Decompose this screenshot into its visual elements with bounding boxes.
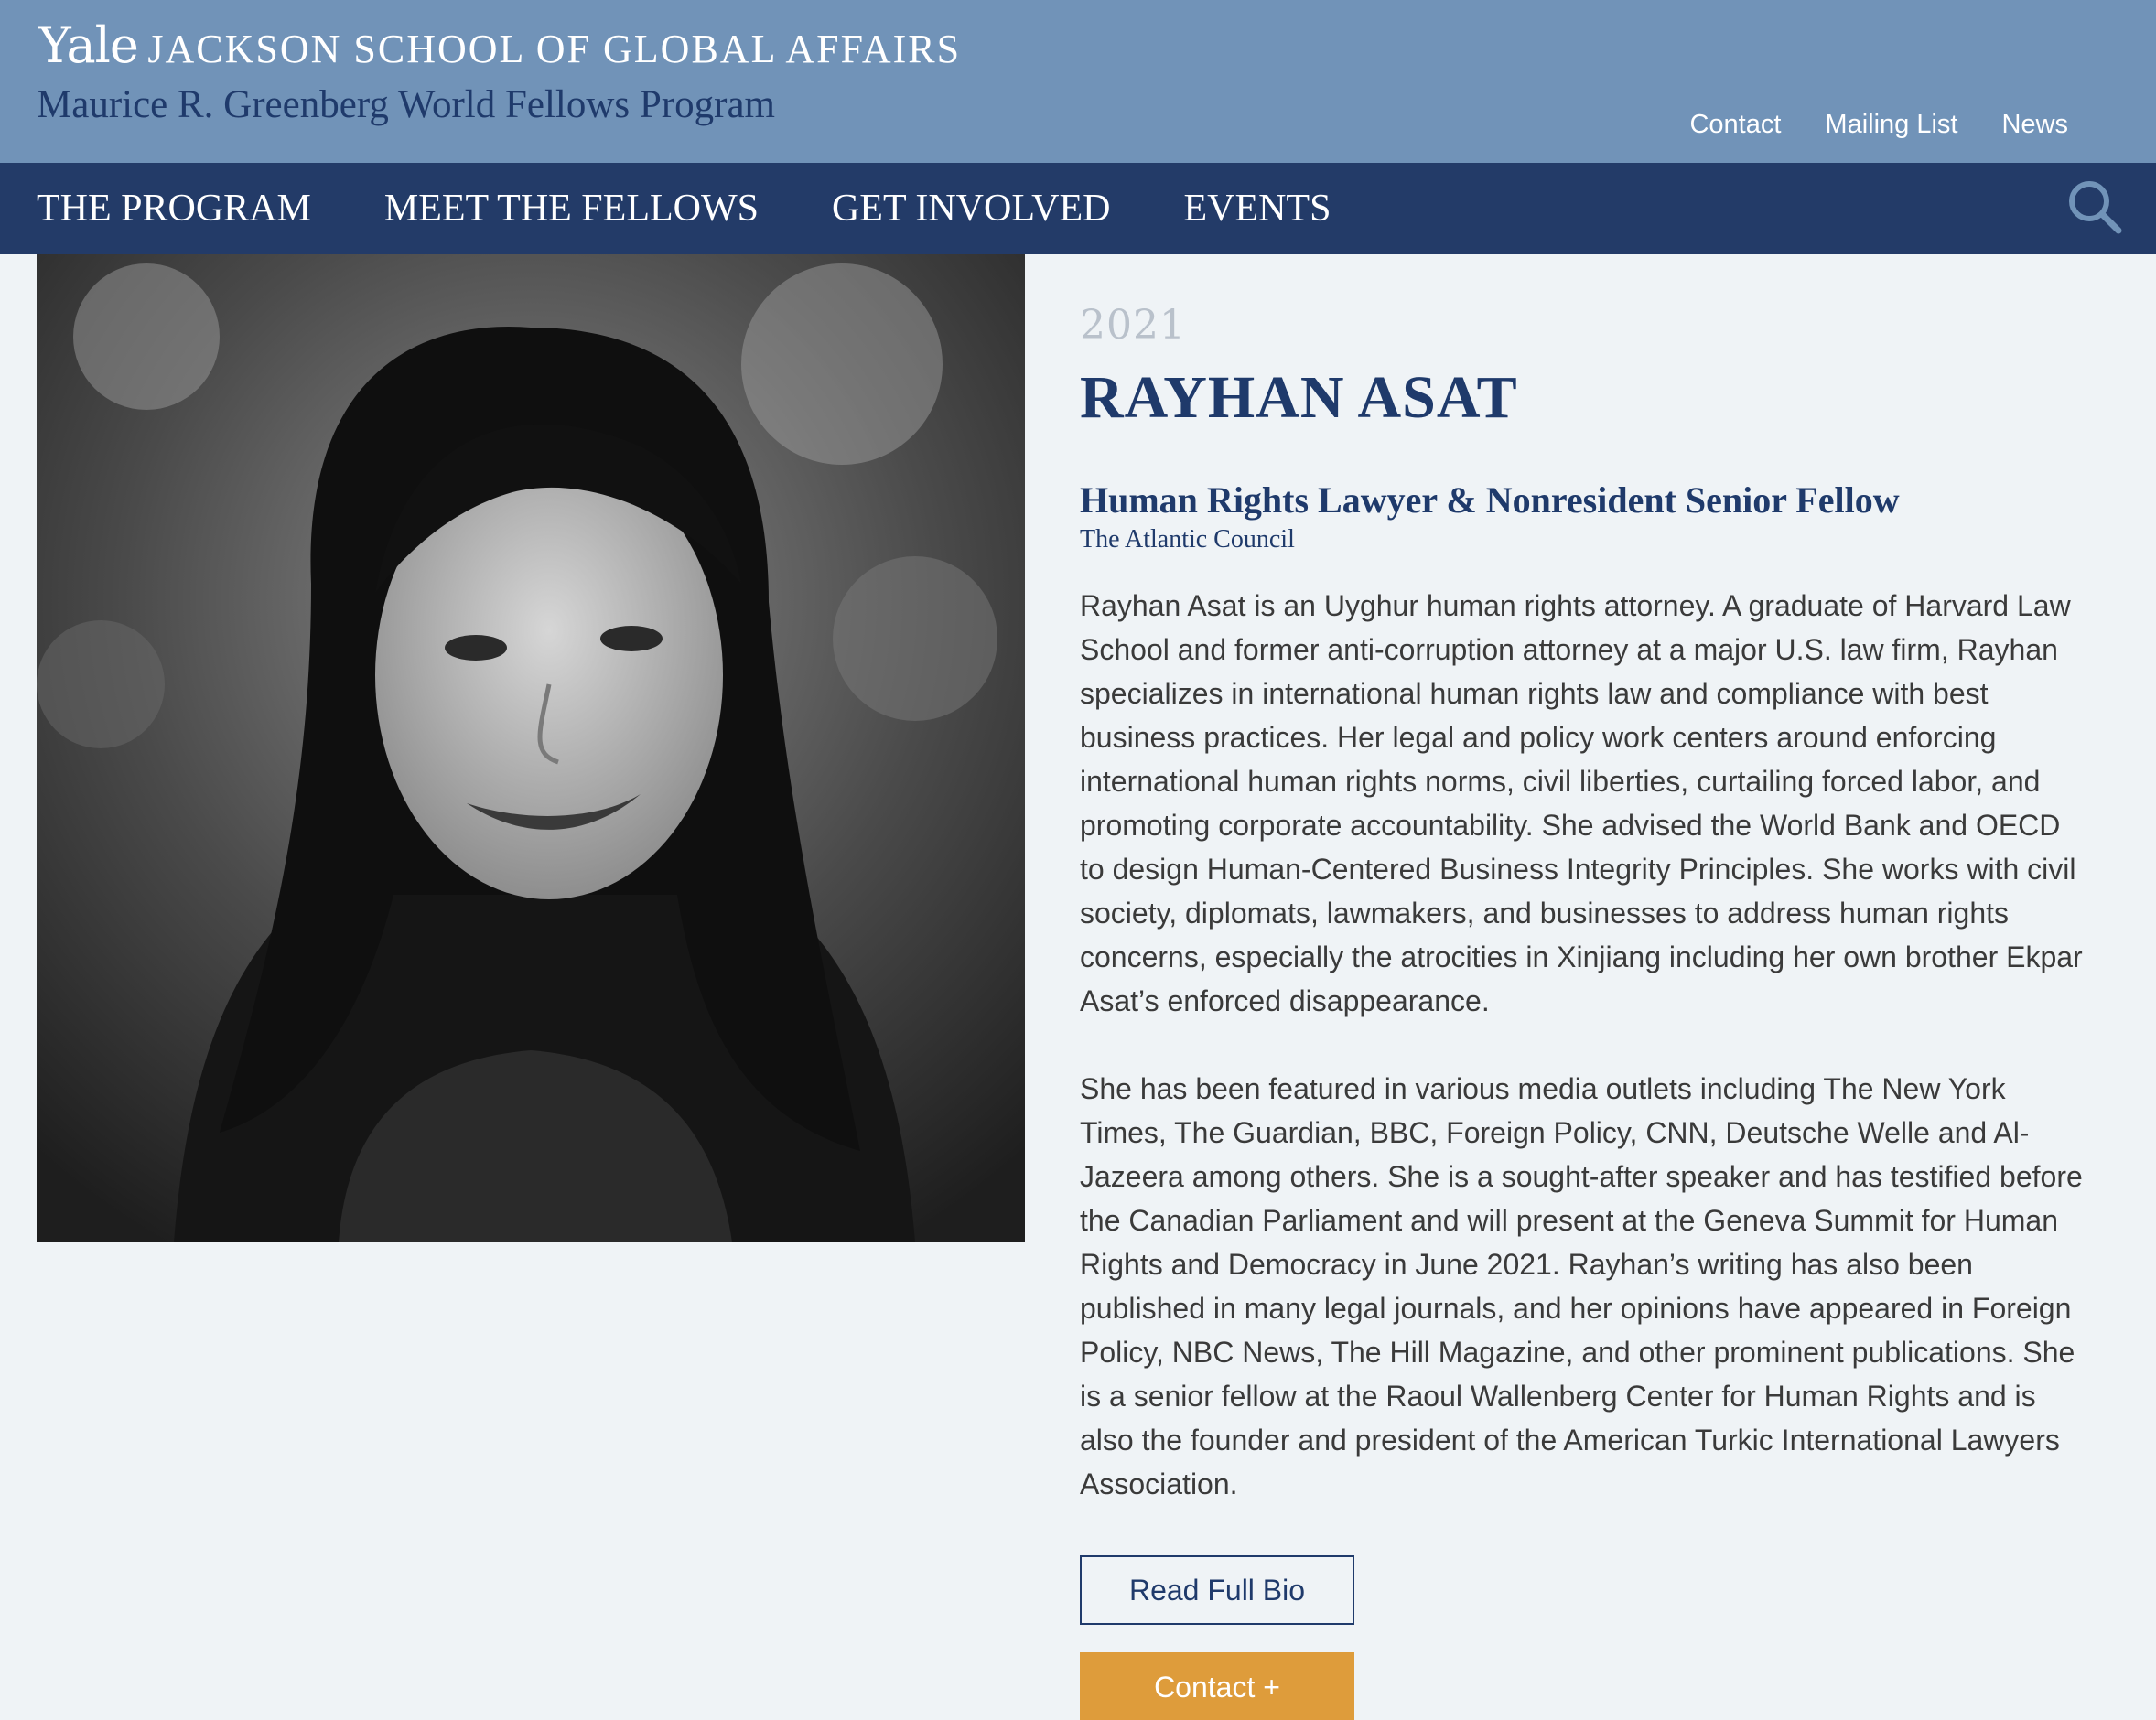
fellow-organization: The Atlantic Council (1080, 525, 1295, 554)
utility-link-contact[interactable]: Contact (1689, 110, 1781, 140)
read-full-bio-button[interactable]: Read Full Bio (1080, 1555, 1354, 1625)
nav-item-get-involved[interactable]: GET INVOLVED (832, 187, 1110, 231)
fellow-profile: 2021 RAYHAN ASAT Human Rights Lawyer & N… (1080, 302, 2086, 1720)
nav-item-events[interactable]: EVENTS (1183, 187, 1331, 231)
site-header: Yale JACKSON SCHOOL OF GLOBAL AFFAIRS Ma… (0, 0, 2156, 163)
bio-paragraph: She has been featured in various media o… (1080, 1072, 2083, 1500)
fellow-year: 2021 (1080, 302, 1186, 349)
program-name[interactable]: Maurice R. Greenberg World Fellows Progr… (37, 82, 775, 127)
yale-jackson-logo[interactable]: Yale JACKSON SCHOOL OF GLOBAL AFFAIRS (38, 16, 961, 74)
utility-nav: Contact Mailing List News (1689, 110, 2068, 140)
fellow-portrait (37, 254, 1025, 1242)
logo-yale: Yale (38, 16, 139, 74)
main-nav: THE PROGRAM MEET THE FELLOWS GET INVOLVE… (0, 163, 2156, 254)
utility-link-mailing-list[interactable]: Mailing List (1825, 110, 1957, 140)
contact-button[interactable]: Contact + (1080, 1652, 1354, 1720)
nav-item-meet-the-fellows[interactable]: MEET THE FELLOWS (384, 187, 759, 231)
search-icon[interactable] (2066, 178, 2123, 235)
utility-link-news[interactable]: News (2001, 110, 2068, 140)
bio-paragraph: Rayhan Asat is an Uyghur human rights at… (1080, 589, 2083, 1017)
fellow-title: Human Rights Lawyer & Nonresident Senior… (1080, 479, 1900, 521)
fellow-name: RAYHAN ASAT (1080, 364, 1518, 431)
logo-school-name: JACKSON SCHOOL OF GLOBAL AFFAIRS (147, 27, 962, 71)
nav-item-the-program[interactable]: THE PROGRAM (37, 187, 311, 231)
